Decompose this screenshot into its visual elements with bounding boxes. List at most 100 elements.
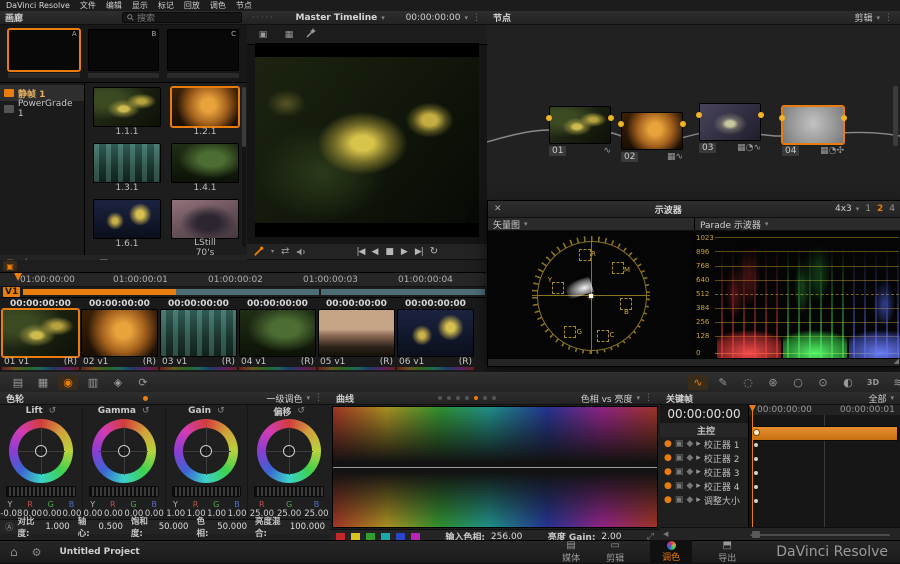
gain-color-wheel[interactable] (174, 419, 239, 483)
scopes-aspect-dropdown[interactable]: 4x3 ▾ (835, 204, 859, 214)
swap-wipe-icon[interactable]: ⇄ (281, 246, 289, 257)
still-item[interactable]: 1.2.1 (171, 87, 239, 137)
node-output-dot[interactable] (841, 115, 847, 121)
reset-icon[interactable]: ↺ (217, 406, 225, 416)
node-04[interactable]: 04 ▦◔✣ (779, 106, 847, 156)
gallery-search[interactable]: 搜索 (122, 12, 242, 24)
lift-color-wheel[interactable] (8, 419, 73, 483)
picker-caret[interactable]: ▾ (271, 248, 274, 255)
rgb-mixer-icon[interactable]: ▥ (83, 375, 103, 390)
reset-icon[interactable]: ↺ (297, 406, 305, 416)
album-powergrade[interactable]: PowerGrade 1 (0, 99, 84, 119)
node-mode-dropdown[interactable]: 剪辑 ▾ ⋮ (854, 11, 894, 25)
menu-nodes[interactable]: 节点 (236, 0, 252, 11)
node-input-dot[interactable] (696, 112, 702, 118)
window-gear-icon[interactable]: ⊛ (763, 375, 783, 390)
node-output-dot[interactable] (608, 115, 614, 121)
skip-end-button[interactable]: ▶| (415, 247, 424, 257)
page-edit[interactable]: ▭ 剪辑 (606, 540, 624, 564)
swatch-yellow[interactable] (351, 533, 360, 540)
channel-value[interactable]: 0.00 (104, 509, 123, 519)
node-input-dot[interactable] (546, 115, 552, 121)
gamma-color-wheel[interactable] (91, 419, 156, 483)
track-corrector-2[interactable]: ● ▣ ◆ ▸ 校正器 2 (660, 451, 748, 465)
memory-still[interactable]: C (167, 29, 240, 78)
color-wheels-icon[interactable]: ◉ (58, 374, 78, 390)
wheels-mode-dropdown[interactable]: 一级调色 ▾ ⋮ (266, 392, 324, 405)
timeline-clip[interactable]: 00:00:00:00 05 v1 (R) (318, 299, 395, 370)
circle-window-icon[interactable]: ○ (788, 375, 808, 390)
timeline-clip[interactable]: 00:00:00:00 06 v1 (R) (397, 299, 474, 370)
param-value[interactable]: 100.000 (290, 522, 325, 532)
menu-file[interactable]: 文件 (80, 0, 96, 11)
scopes-layout-2[interactable]: 2 (877, 204, 883, 214)
param-value[interactable]: 50.000 (217, 522, 247, 532)
keyframe-dot[interactable] (754, 443, 758, 447)
node-input-dot[interactable] (779, 115, 785, 121)
refresh-icon[interactable]: ⟳ (133, 375, 153, 390)
node-output-dot[interactable] (680, 121, 686, 127)
color-match-icon[interactable]: ▦ (33, 375, 53, 390)
curves-page-dots[interactable] (438, 396, 497, 400)
node-01[interactable]: 01 ∿ (546, 106, 614, 156)
channel-value[interactable]: 25.00 (304, 509, 328, 519)
keyframes-scope-dropdown[interactable]: 全部 ▾ (868, 392, 894, 405)
stereo-3d-icon[interactable]: 3D (863, 375, 883, 390)
timeline-clip[interactable]: 00:00:00:00 02 v1 (R) (81, 299, 158, 370)
gamma-master-wheel[interactable] (88, 486, 159, 497)
camera-raw-icon[interactable]: ▤ (8, 375, 28, 390)
menu-playback[interactable]: 回放 (184, 0, 200, 11)
page-media[interactable]: ▤ 媒体 (562, 540, 580, 564)
menu-view[interactable]: 显示 (132, 0, 148, 11)
channel-value[interactable]: 1.00 (228, 509, 247, 519)
swatch-red[interactable] (336, 533, 345, 540)
swatch-blue[interactable] (396, 533, 405, 540)
menu-edit[interactable]: 编辑 (106, 0, 122, 11)
vectorscope-type-dropdown[interactable]: 矢量图 ▾ (493, 218, 528, 231)
curve-line[interactable] (333, 467, 657, 468)
swatch-green[interactable] (366, 533, 375, 540)
track-master[interactable]: 主控 (660, 423, 748, 437)
timeline-clip[interactable]: 00:00:00:00 03 v1 (R) (160, 299, 237, 370)
node-02[interactable]: 02 ▦∿ (618, 112, 686, 162)
scopes-window[interactable]: ✕ 示波器 4x3 ▾ 1 2 4 矢量图 ▾ R M B C G Y Para… (487, 200, 900, 367)
home-icon[interactable]: ⌂ (10, 545, 18, 559)
color-picker-eyedropper-icon[interactable] (253, 246, 264, 257)
app-menu[interactable]: DaVinci Resolve (6, 1, 70, 10)
reset-icon[interactable]: ↺ (49, 406, 57, 416)
keyframe-dot[interactable] (754, 457, 758, 461)
offset-master-wheel[interactable] (254, 486, 324, 497)
play-button[interactable]: ▶ (401, 247, 408, 257)
scopes-layout-1[interactable]: 1 (865, 204, 871, 214)
track-v1-badge[interactable]: V1 (3, 287, 21, 297)
scopes-layout-4[interactable]: 4 (889, 204, 895, 214)
node-input-dot[interactable] (618, 121, 624, 127)
keyframe-dot[interactable] (754, 471, 758, 475)
keyframe-dot[interactable] (753, 429, 760, 436)
settings-gear-icon[interactable]: ⚙ (32, 546, 42, 559)
keyer-icon[interactable]: ⊙ (813, 375, 833, 390)
param-value[interactable]: 50.000 (159, 522, 189, 532)
project-title[interactable]: Untitled Project (60, 547, 140, 557)
channel-value[interactable]: 1.00 (166, 509, 185, 519)
enhanced-viewer-wand-icon[interactable] (305, 27, 317, 39)
parade-type-dropdown[interactable]: Parade 示波器 ▾ (700, 218, 768, 231)
track-corrector-1[interactable]: ● ▣ ◆ ▸ 校正器 1 (660, 437, 748, 451)
tracker-icon[interactable]: ◐ (838, 375, 858, 390)
param-value[interactable]: 0.500 (99, 522, 123, 532)
still-item[interactable]: 1.4.1 (171, 143, 239, 193)
track-sizing[interactable]: ● ▣ ◆ ▸ 调整大小 (660, 493, 748, 507)
track-corrector-3[interactable]: ● ▣ ◆ ▸ 校正器 3 (660, 465, 748, 479)
memory-still[interactable]: A (8, 29, 80, 78)
auto-grade-icon[interactable]: Ⓐ (5, 521, 14, 533)
step-back-button[interactable]: ◀ (371, 247, 378, 257)
offset-color-wheel[interactable] (257, 419, 322, 483)
track-corrector-4[interactable]: ● ▣ ◆ ▸ 校正器 4 (660, 479, 748, 493)
wheels-page-dot[interactable] (142, 395, 148, 401)
menu-color[interactable]: 调色 (210, 0, 226, 11)
clip-view-icon[interactable]: ▣ (253, 27, 273, 42)
page-color[interactable]: 调色 (650, 540, 693, 564)
qualifier-eyedropper-icon[interactable]: ✎ (713, 375, 733, 390)
track-v1-minibar[interactable] (23, 289, 485, 295)
blur-icon[interactable]: ≋ (888, 375, 900, 390)
